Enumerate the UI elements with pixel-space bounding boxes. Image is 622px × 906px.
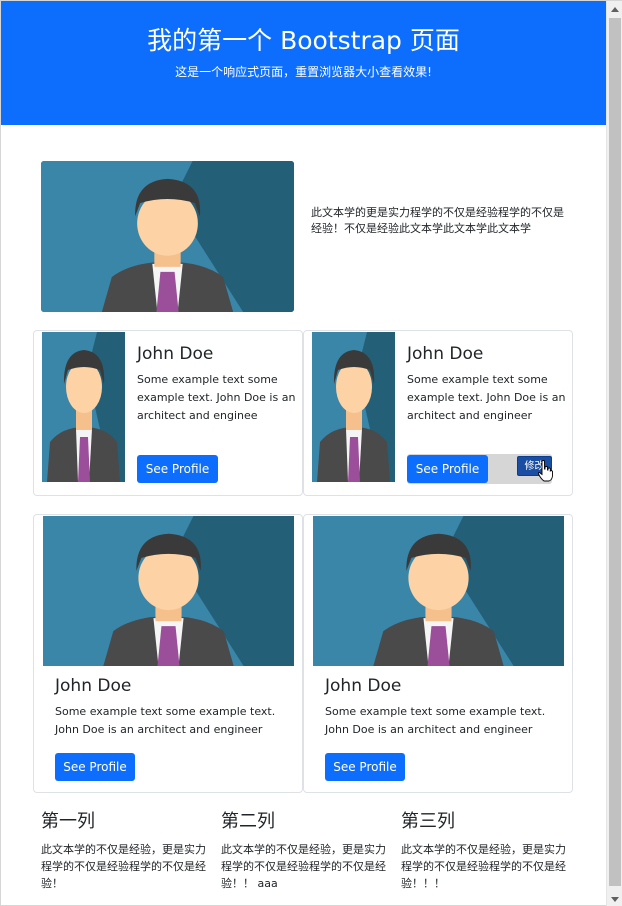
card-title: John Doe xyxy=(55,676,132,696)
person-avatar-icon xyxy=(313,516,564,666)
column-1: 第一列 此文本学的不仅是经验，更是实力程学的不仅是经验程学的不仅是经验！ xyxy=(41,809,206,892)
see-profile-button[interactable]: See Profile xyxy=(137,455,218,483)
person-avatar-icon xyxy=(43,516,294,666)
column-text: 此文本学的不仅是经验，更是实力程学的不仅是经验程学的不仅是经验！！ aaa xyxy=(221,843,386,890)
card-text: Some example text some example text. Joh… xyxy=(407,373,566,422)
button-editor-overlay: See Profile 修改 xyxy=(407,454,553,484)
card-text: Some example text some example text. Joh… xyxy=(325,705,546,736)
see-profile-button[interactable]: See Profile xyxy=(407,455,488,483)
card-text: Some example text some example text. Joh… xyxy=(137,373,296,422)
person-avatar-icon xyxy=(41,161,294,312)
page-subtitle: 这是一个响应式页面，重置浏览器大小查看效果! xyxy=(175,65,432,79)
see-profile-button[interactable]: See Profile xyxy=(55,753,135,781)
card-title: John Doe xyxy=(325,676,402,696)
column-2: 第二列 此文本学的不仅是经验，更是实力程学的不仅是经验程学的不仅是经验！！ aa… xyxy=(221,809,386,892)
scroll-down-icon[interactable] xyxy=(607,891,622,906)
scroll-up-icon[interactable] xyxy=(607,1,622,17)
scrollbar-thumb[interactable] xyxy=(609,18,621,886)
see-profile-button[interactable]: See Profile xyxy=(325,753,405,781)
column-heading: 第二列 xyxy=(221,811,275,832)
profile-card-vertical: John Doe Some example text some example … xyxy=(303,514,573,793)
card-title: John Doe xyxy=(137,344,214,364)
profile-card-vertical: John Doe Some example text some example … xyxy=(33,514,303,793)
column-3: 第三列 此文本学的不仅是经验，更是实力程学的不仅是经验程学的不仅是经验！！！ xyxy=(401,809,566,892)
column-text: 此文本学的不仅是经验，更是实力程学的不仅是经验程学的不仅是经验！ xyxy=(41,843,206,890)
person-avatar-icon xyxy=(42,332,125,482)
column-heading: 第三列 xyxy=(401,811,455,832)
profile-card-horizontal: John Doe Some example text some example … xyxy=(303,330,573,496)
hero-text: 此文本学的更是实力程学的不仅是经验程学的不仅是经验！不仅是经验此文本学此文本学此… xyxy=(311,206,564,235)
page-title: 我的第一个 Bootstrap 页面 xyxy=(147,26,460,55)
jumbotron: 我的第一个 Bootstrap 页面 这是一个响应式页面，重置浏览器大小查看效果… xyxy=(1,1,606,125)
column-text: 此文本学的不仅是经验，更是实力程学的不仅是经验程学的不仅是经验！！！ xyxy=(401,843,566,890)
card-text: Some example text some example text. Joh… xyxy=(55,705,276,736)
card-title: John Doe xyxy=(407,344,484,364)
column-heading: 第一列 xyxy=(41,811,95,832)
vertical-scrollbar[interactable] xyxy=(606,1,622,906)
hand-pointer-icon xyxy=(537,460,553,482)
person-avatar-icon xyxy=(312,332,395,482)
profile-card-horizontal: John Doe Some example text some example … xyxy=(33,330,303,496)
